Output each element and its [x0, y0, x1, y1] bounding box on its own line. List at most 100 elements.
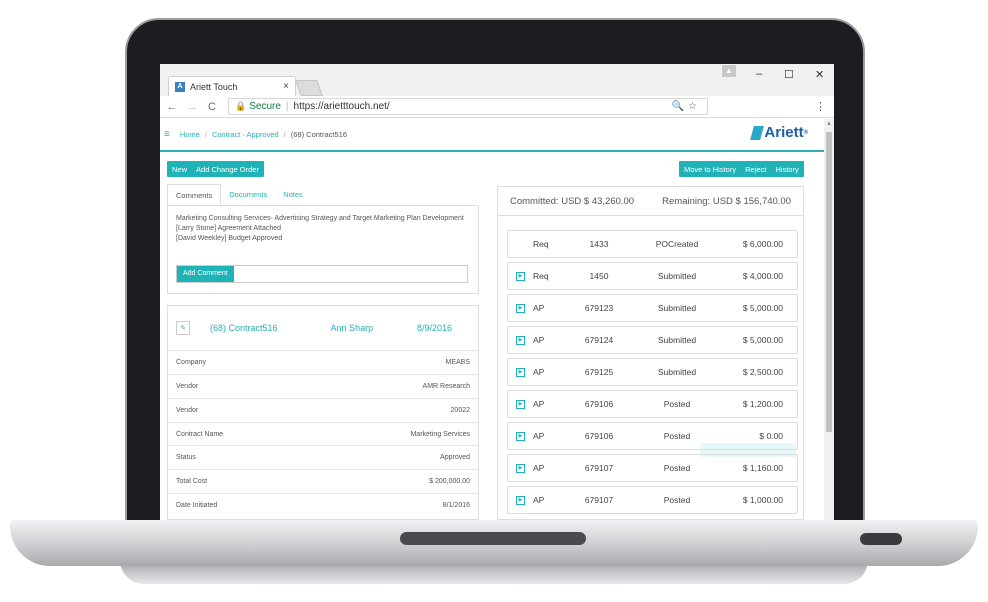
breadcrumb-separator: /: [204, 130, 207, 139]
close-window-icon[interactable]: ✕: [815, 68, 824, 81]
tab-close-icon[interactable]: ×: [283, 81, 289, 92]
transaction-number: 1450: [589, 271, 609, 281]
contract-id-link[interactable]: (68) Contract516: [210, 323, 278, 333]
browser-tab[interactable]: A Ariett Touch ×: [168, 76, 296, 96]
scroll-up-icon[interactable]: ▲: [826, 121, 832, 127]
expand-row-icon[interactable]: ▶: [516, 367, 525, 377]
profile-icon[interactable]: ▲: [722, 65, 736, 77]
expand-row-icon[interactable]: ▶: [516, 463, 525, 473]
transaction-amount: $ 2,500.00: [742, 367, 783, 377]
laptop-notch: [400, 532, 586, 545]
expand-row-icon[interactable]: ▶: [516, 431, 525, 441]
detail-value: 8/1/2016: [442, 501, 470, 509]
transaction-row[interactable]: ▶ AP 679107 Posted $ 1,160.00: [507, 454, 798, 482]
transaction-type: AP: [533, 463, 545, 473]
transaction-status: Posted: [663, 495, 691, 505]
contract-date: 8/9/2016: [416, 323, 452, 333]
transaction-row[interactable]: ▶ AP 679125 Submitted $ 2,500.00: [507, 358, 798, 386]
detail-value: Marketing Services: [410, 430, 470, 438]
browser-menu-icon[interactable]: ⋮: [815, 100, 826, 113]
add-comment-button[interactable]: Add Comment: [177, 266, 234, 282]
contract-owner: Ann Sharp: [330, 323, 374, 333]
forward-icon[interactable]: →: [184, 101, 200, 113]
transaction-number: 679107: [584, 495, 614, 505]
detail-value: 20022: [450, 406, 470, 414]
detail-value: MEABS: [445, 358, 470, 366]
detail-label: Date Initiated: [176, 501, 218, 509]
address-bar[interactable]: 🔒 Secure | https://arietttouch.net/ 🔍☆: [228, 98, 708, 115]
row-spacer: [516, 240, 525, 249]
minimize-icon[interactable]: –: [756, 68, 762, 80]
add-change-order-label[interactable]: Add Change Order: [196, 165, 259, 174]
browser-window: A Ariett Touch × ▲ – ☐ ✕ ← → C 🔒 Secure …: [160, 64, 834, 520]
transaction-row[interactable]: ▶ AP 679107 Posted $ 1,000.00: [507, 486, 798, 514]
transaction-row[interactable]: ▶ AP 679106 Posted $ 1,200.00: [507, 390, 798, 418]
contract-details: ✎ (68) Contract516 Ann Sharp 8/9/2016 Co…: [167, 305, 479, 520]
new-button[interactable]: New Add Change Order: [167, 161, 264, 177]
transaction-amount: $ 6,000.00: [742, 239, 783, 249]
detail-label: Total Cost: [176, 477, 208, 485]
transaction-number: 679107: [584, 463, 614, 473]
transaction-number: 679123: [584, 303, 614, 313]
transaction-row[interactable]: ▶ Req 1450 Submitted $ 4,000.00: [507, 262, 798, 290]
transaction-number: 1433: [589, 239, 609, 249]
transaction-row[interactable]: ▶ AP 679124 Submitted $ 5,000.00: [507, 326, 798, 354]
tab-title: Ariett Touch: [190, 81, 238, 92]
comment-text: [David Weekley] Budget Approved: [176, 235, 283, 242]
zoom-bookmark-icons[interactable]: 🔍☆: [672, 101, 701, 112]
expand-row-icon[interactable]: ▶: [516, 495, 525, 505]
detail-row: Contract Name Marketing Services: [168, 422, 478, 445]
detail-row: Vendor AMR Research: [168, 374, 478, 397]
transaction-status: Submitted: [657, 367, 697, 377]
breadcrumb-home[interactable]: Home: [180, 130, 200, 139]
url-separator: |: [285, 101, 289, 112]
new-tab-button[interactable]: [295, 80, 323, 96]
transaction-status: Posted: [663, 463, 691, 473]
move-to-history-button[interactable]: Move to History Reject History: [679, 161, 804, 177]
detail-row: Company MEABS: [168, 350, 478, 373]
breadcrumb-contract-approved[interactable]: Contract - Approved: [212, 130, 279, 139]
tab-documents[interactable]: Documents: [221, 184, 275, 206]
expand-row-icon[interactable]: ▶: [516, 399, 525, 409]
maximize-icon[interactable]: ☐: [784, 68, 794, 81]
ariett-logo: Ariett ®: [750, 124, 808, 141]
committed-amount: Committed: USD $ 43,260.00: [510, 195, 635, 207]
breadcrumb: ≡ Home / Contract - Approved / (68) Cont…: [164, 129, 347, 140]
detail-label: Vendor: [176, 382, 199, 390]
ariett-logo-mark-icon: [750, 125, 765, 140]
expand-row-icon[interactable]: ▶: [516, 303, 525, 313]
transaction-type: AP: [533, 399, 545, 409]
remaining-amount: Remaining: USD $ 156,740.00: [662, 195, 791, 207]
transaction-type: Req: [533, 239, 549, 249]
transaction-number: 679124: [584, 335, 614, 345]
history-button[interactable]: History: [775, 165, 798, 174]
transaction-status: Submitted: [657, 303, 697, 313]
tab-comments[interactable]: Comments: [167, 184, 222, 206]
transaction-amount: $ 5,000.00: [742, 303, 783, 313]
reject-button[interactable]: Reject: [745, 165, 766, 174]
detail-value: $ 200,000.00: [429, 477, 470, 485]
tab-notes[interactable]: Notes: [275, 184, 311, 206]
detail-label: Vendor: [176, 406, 199, 414]
detail-row: Status Approved: [168, 445, 478, 468]
page-scrollbar-thumb[interactable]: [826, 132, 832, 432]
breadcrumb-current: (68) Contract516: [290, 130, 348, 139]
back-icon[interactable]: ←: [164, 101, 180, 113]
transaction-row[interactable]: ▶ AP 679106 Posted $ 0.00: [507, 422, 798, 450]
expand-row-icon[interactable]: ▶: [516, 335, 525, 345]
edit-pencil-icon[interactable]: ✎: [176, 321, 190, 335]
transaction-row[interactable]: Req 1433 POCreated $ 6,000.00: [507, 230, 798, 258]
comment-input[interactable]: Add Comment: [176, 265, 468, 283]
hamburger-menu-icon[interactable]: ≡: [164, 129, 170, 140]
detail-label: Status: [176, 453, 196, 461]
secure-label: Secure: [249, 101, 281, 112]
ariett-favicon-icon: A: [175, 81, 185, 92]
transaction-row[interactable]: ▶ AP 679123 Submitted $ 5,000.00: [507, 294, 798, 322]
detail-row: Total Cost $ 200,000.00: [168, 469, 478, 492]
expand-row-icon[interactable]: ▶: [516, 271, 525, 281]
lock-icon: 🔒: [235, 101, 247, 111]
transaction-amount: $ 4,000.00: [742, 271, 783, 281]
header-divider: [160, 150, 824, 152]
comment-text: Marketing Consulting Services- Advertisi…: [176, 215, 464, 222]
reload-icon[interactable]: C: [204, 101, 220, 113]
